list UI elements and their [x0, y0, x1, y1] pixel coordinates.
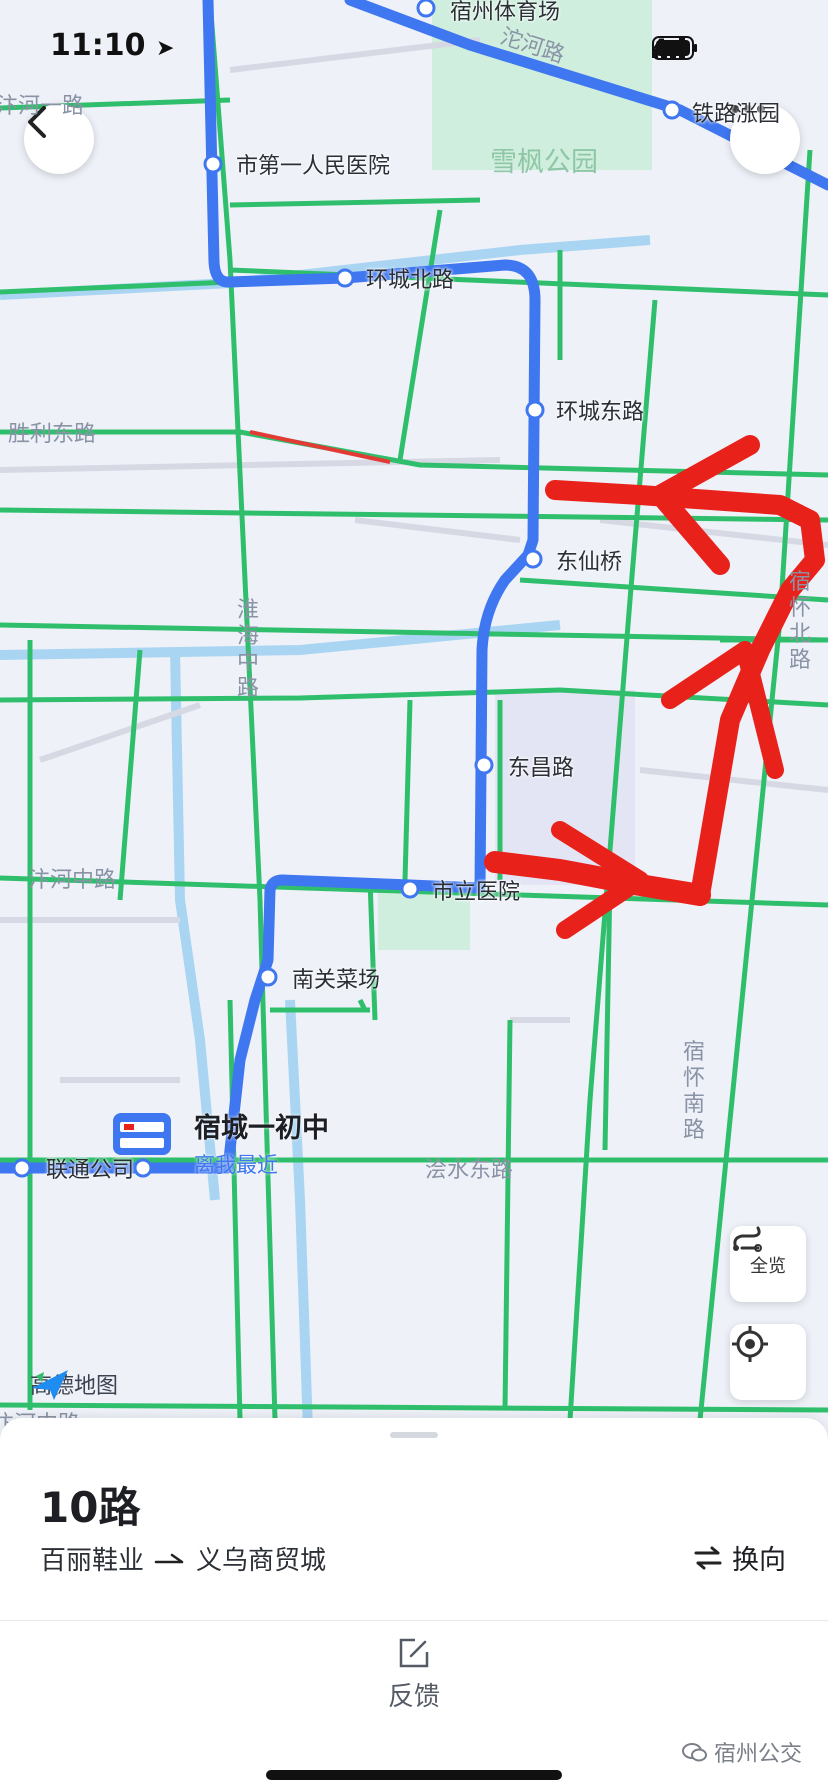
route-origin: 百丽鞋业 — [40, 1546, 145, 1576]
switch-direction-button[interactable]: 换向 — [694, 1538, 786, 1577]
hospital-label: 市第一人民医院 — [236, 154, 391, 179]
road-label: 汴河一路 — [0, 94, 85, 119]
map-view[interactable]: 11:10 ➤ 4 宿州体育场 沱河路 铁路涨园 汴河一路 市第一人民医院 雪枫… — [0, 0, 828, 1430]
nearest-stop-icon — [113, 1113, 171, 1155]
stop-label[interactable]: 东仙桥 — [556, 544, 622, 576]
feedback-label: 反馈 — [387, 1682, 440, 1712]
stop-marker — [525, 400, 545, 420]
bus-route-line — [0, 0, 828, 1174]
road-label: 胜利东路 — [8, 422, 97, 447]
nearest-stop-name: 宿城一初中 — [194, 1113, 329, 1144]
location-arrow-icon: ➤ — [155, 36, 175, 61]
stop-marker — [12, 1158, 32, 1178]
stop-marker — [203, 154, 223, 174]
sheet-handle[interactable] — [390, 1432, 438, 1438]
amap-logo-icon — [32, 1370, 68, 1400]
locate-button[interactable] — [730, 1324, 806, 1400]
road-label: 宿怀南路 — [682, 1040, 705, 1143]
road-label: 淮海中路 — [236, 598, 259, 701]
park-label: 雪枫公园 — [490, 147, 598, 178]
nearest-stop-callout[interactable]: 宿城一初中 离我最近 — [194, 1106, 329, 1179]
stop-label[interactable]: 环城东路 — [556, 394, 644, 426]
time-text: 11:10 — [50, 28, 146, 63]
road-label: 浍水东路 — [425, 1158, 514, 1183]
congested-road — [249, 430, 391, 464]
stop-marker — [416, 0, 436, 18]
watermark: 宿州公交 — [681, 1736, 802, 1768]
route-direction: 百丽鞋业 义乌商贸城 — [40, 1540, 326, 1577]
stop-marker — [474, 755, 494, 775]
swap-icon — [694, 1546, 722, 1569]
wechat-icon — [681, 1743, 707, 1762]
status-time: 11:10 ➤ — [50, 28, 174, 63]
route-title: 10路 — [40, 1483, 141, 1532]
railway-stop-label: 铁路涨园 — [692, 102, 781, 127]
route-info-sheet[interactable]: 10路 百丽鞋业 义乌商贸城 换向 反馈 宿州公交 — [0, 1418, 828, 1792]
map-canvas[interactable] — [0, 0, 828, 1430]
overview-button[interactable]: 全览 — [730, 1226, 806, 1302]
feedback-button[interactable]: 反馈 — [364, 1636, 464, 1713]
direction-arrow-icon — [154, 1553, 184, 1563]
stop-label[interactable]: 市立医院 — [432, 874, 520, 906]
battery-icon — [652, 36, 697, 60]
stop-label[interactable]: 东昌路 — [508, 750, 574, 782]
nearest-stop-tag: 离我最近 — [194, 1153, 278, 1177]
road-label: 汴河中路 — [28, 868, 117, 893]
status-indicators: 4 — [652, 36, 697, 61]
stop-label[interactable]: 联通公司 — [46, 1152, 134, 1184]
edit-icon — [399, 1638, 429, 1668]
road-label: 宿怀北路 — [788, 570, 811, 673]
route-overview-icon — [733, 1226, 762, 1252]
divider — [0, 1620, 828, 1621]
watermark-text: 宿州公交 — [713, 1742, 802, 1767]
overview-label: 全览 — [750, 1256, 786, 1277]
stop-marker — [662, 100, 682, 120]
stop-label[interactable]: 环城北路 — [366, 262, 454, 294]
stop-marker — [133, 1158, 153, 1178]
switch-direction-label: 换向 — [732, 1545, 786, 1576]
stop-marker — [523, 549, 543, 569]
road-network — [0, 0, 828, 1421]
locate-icon — [732, 1326, 768, 1362]
stop-marker — [258, 967, 278, 987]
stop-label[interactable]: 南关菜场 — [292, 962, 380, 994]
amap-logo: 高德地图 — [30, 1368, 118, 1400]
stop-marker — [400, 879, 420, 899]
home-indicator[interactable] — [266, 1770, 562, 1780]
route-destination: 义乌商贸城 — [196, 1546, 327, 1576]
stop-marker — [335, 268, 355, 288]
